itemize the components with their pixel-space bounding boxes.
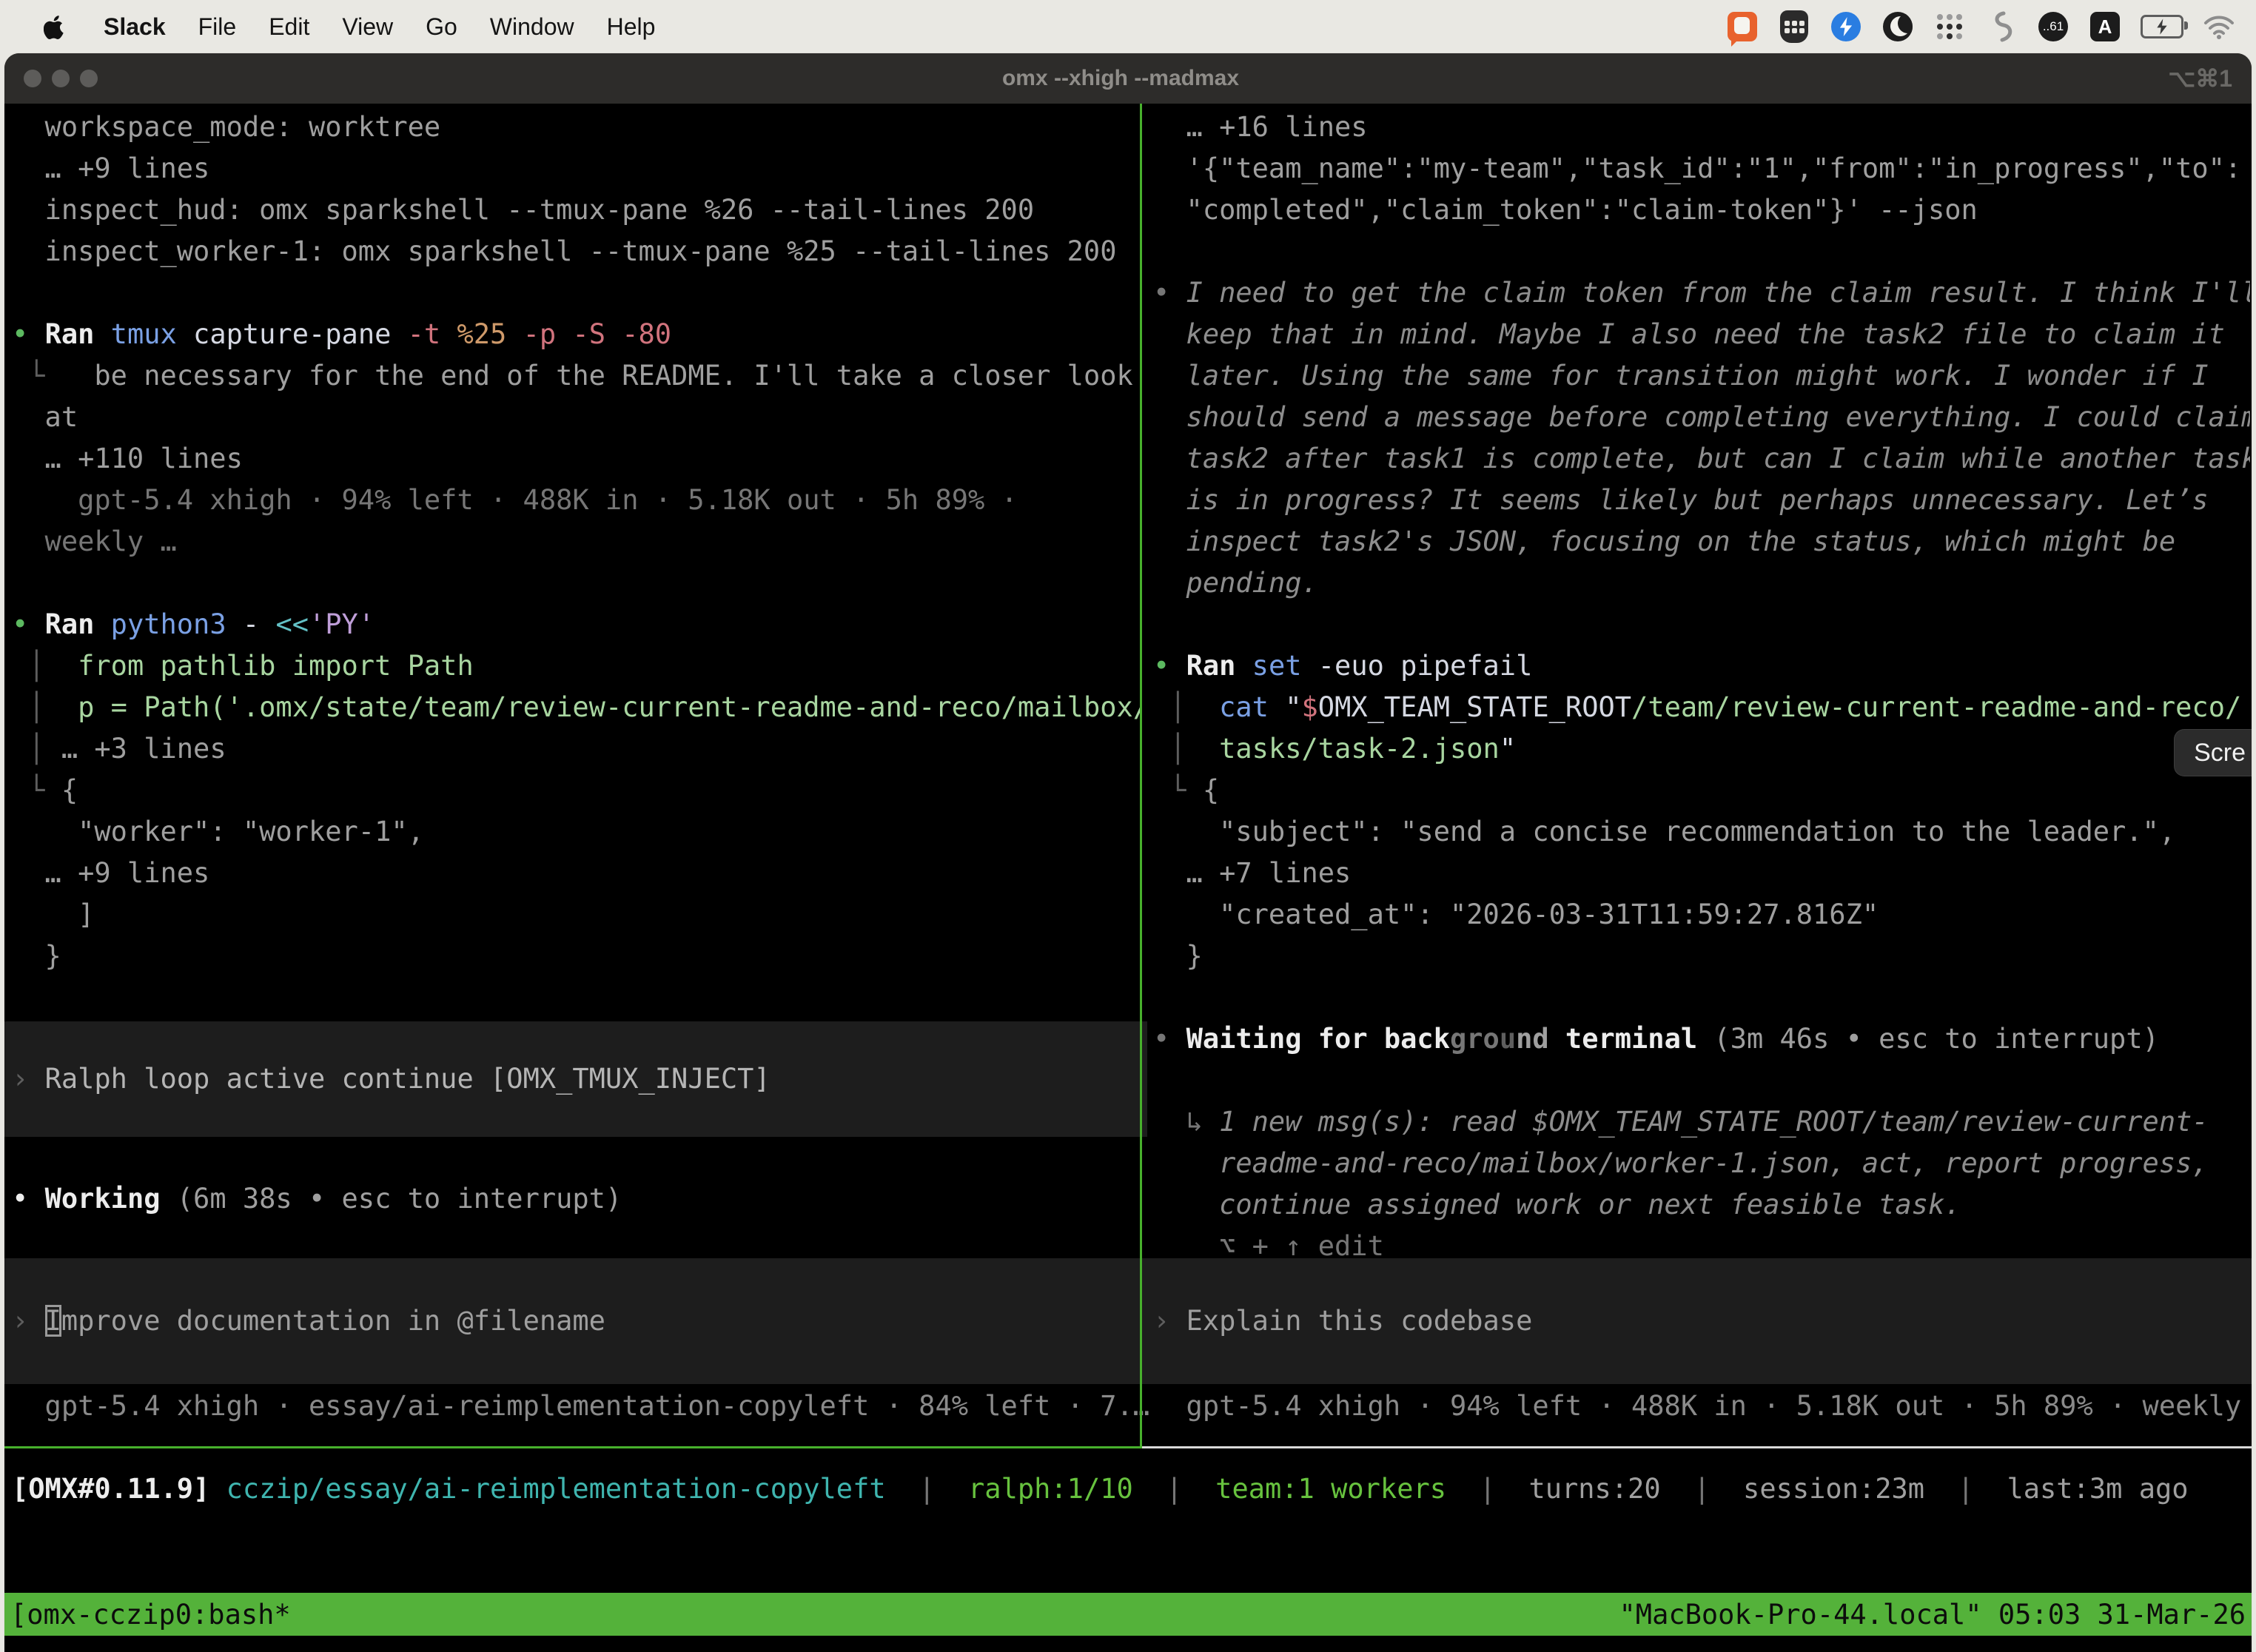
terminal-line: task2 after task1 is complete, but can I…: [1153, 438, 2250, 480]
menu-bar: Slack File Edit View Go Window Help ..61 A: [0, 0, 2256, 53]
close-window-button[interactable]: [24, 70, 41, 87]
right-pane-statusline: gpt-5.4 xhigh · 94% left · 488K in · 5.1…: [1153, 1386, 2252, 1427]
menu-item-slack[interactable]: Slack: [104, 13, 166, 41]
terminal-line: … +16 lines: [1153, 107, 2250, 148]
terminal-line: • Waiting for background terminal (3m 46…: [1153, 1018, 2250, 1060]
terminal-line: workspace_mode: worktree: [12, 107, 1140, 148]
terminal-line: }: [12, 936, 1140, 977]
terminal-line: pending.: [1153, 563, 2250, 604]
window-shortcut-hint: ⌥⌘1: [2168, 53, 2232, 104]
terminal-line: ↳ 1 new msg(s): read $OMX_TEAM_STATE_ROO…: [1153, 1101, 2250, 1143]
terminal-line: "subject": "send a concise recommendatio…: [1153, 811, 2250, 853]
terminal-line: "worker": "worker-1",: [12, 811, 1140, 853]
terminal-line: • Ran tmux capture-pane -t %25 -p -S -80: [12, 314, 1140, 355]
menu-items: File Edit View Go Window Help: [198, 13, 656, 41]
menu-item-view[interactable]: View: [342, 13, 393, 41]
tmux-session-name: [omx-cczip0:bash*: [10, 1599, 291, 1631]
terminal-line: '{"team_name":"my-team","task_id":"1","f…: [1153, 148, 2250, 189]
terminal-line: └ be necessary for the end of the README…: [12, 355, 1140, 397]
terminal-line: [1153, 977, 2250, 1018]
right-prompt-input[interactable]: › Explain this codebase: [1142, 1258, 2252, 1384]
terminal-line: … +7 lines: [1153, 853, 2250, 894]
terminal-line: [12, 563, 1140, 604]
terminal-line: [12, 272, 1140, 314]
left-prompt-input[interactable]: › Improve documentation in @filename: [4, 1258, 1147, 1384]
terminal-line: • I need to get the claim token from the…: [1153, 272, 2250, 314]
tmux-host-clock: "MacBook-Pro-44.local" 05:03 31-Mar-26: [1619, 1599, 2246, 1631]
working-status-row: • Working (6m 38s • esc to interrupt): [12, 1178, 622, 1220]
terminal-line: … +110 lines: [12, 438, 1140, 480]
terminal-line: [1153, 604, 2250, 645]
moon-circle-icon[interactable]: [1881, 10, 1914, 44]
terminal-line: }: [1153, 936, 2250, 977]
terminal-line: weekly …: [12, 521, 1140, 563]
shield-grid-icon[interactable]: [1778, 10, 1810, 44]
omx-session-statusline: [OMX#0.11.9] cczip/essay/ai-reimplementa…: [12, 1468, 2189, 1510]
left-pane-output: workspace_mode: worktree … +9 lines insp…: [12, 107, 1140, 977]
chat-bubble-icon[interactable]: [1726, 10, 1759, 44]
terminal-line: … +9 lines: [12, 853, 1140, 894]
terminal-line: ]: [12, 894, 1140, 936]
dots-grid-icon[interactable]: [1933, 10, 1966, 44]
left-pane-statusline: gpt-5.4 xhigh · essay/ai-reimplementatio…: [12, 1386, 1149, 1427]
terminal-line: should send a message before completing …: [1153, 397, 2250, 438]
window-titlebar[interactable]: omx --xhigh --madmax ⌥⌘1: [4, 53, 2252, 104]
pane-divider[interactable]: [1140, 104, 1142, 1448]
terminal-line: │ from pathlib import Path: [12, 645, 1140, 687]
battery-icon[interactable]: [2141, 10, 2183, 44]
right-pane-output: … +16 lines '{"team_name":"my-team","tas…: [1153, 107, 2250, 1267]
menu-item-file[interactable]: File: [198, 13, 237, 41]
menu-item-help[interactable]: Help: [607, 13, 656, 41]
countdown-badge-icon[interactable]: ..61: [2037, 10, 2069, 44]
terminal-line: keep that in mind. Maybe I also need the…: [1153, 314, 2250, 355]
blue-bolt-badge-icon[interactable]: [1830, 10, 1862, 44]
terminal-line: inspect_hud: omx sparkshell --tmux-pane …: [12, 189, 1140, 231]
input-source-icon[interactable]: A: [2089, 10, 2121, 44]
terminal-line: └ {: [1153, 770, 2250, 811]
terminal-line: │ p = Path('.omx/state/team/review-curre…: [12, 687, 1140, 728]
menu-item-edit[interactable]: Edit: [269, 13, 309, 41]
terminal-line: └ {: [12, 770, 1140, 811]
tmux-status-bar: [omx-cczip0:bash* "MacBook-Pro-44.local"…: [4, 1593, 2252, 1636]
minimize-window-button[interactable]: [52, 70, 70, 87]
left-pane-border: [4, 1446, 1140, 1448]
tmux-session: workspace_mode: worktree … +9 lines insp…: [4, 104, 2252, 1652]
terminal-line: │ cat "$OMX_TEAM_STATE_ROOT/team/review-…: [1153, 687, 2250, 728]
terminal-line: [1153, 1060, 2250, 1101]
menu-item-window[interactable]: Window: [490, 13, 574, 41]
wifi-icon[interactable]: [2203, 10, 2235, 44]
terminal-line: [1153, 231, 2250, 272]
ralph-loop-status-row: › Ralph loop active continue [OMX_TMUX_I…: [4, 1021, 1147, 1137]
terminal-line: • Ran set -euo pipefail: [1153, 645, 2250, 687]
terminal-line: "created_at": "2026-03-31T11:59:27.816Z": [1153, 894, 2250, 936]
terminal-line: inspect task2's JSON, focusing on the st…: [1153, 521, 2250, 563]
squiggle-icon[interactable]: [1985, 10, 2018, 44]
terminal-line: … +9 lines: [12, 148, 1140, 189]
window-title: omx --xhigh --madmax: [152, 53, 2089, 104]
apple-menu-icon[interactable]: [38, 10, 71, 44]
desktop: Slack File Edit View Go Window Help ..61 A om…: [0, 0, 2256, 1652]
terminal-line: inspect_worker-1: omx sparkshell --tmux-…: [12, 231, 1140, 272]
terminal-line: continue assigned work or next feasible …: [1153, 1184, 2250, 1226]
screen-overlay-tooltip: Scre: [2174, 729, 2252, 776]
terminal-line: • Ran python3 - <<'PY': [12, 604, 1140, 645]
terminal-line: gpt-5.4 xhigh · 94% left · 488K in · 5.1…: [12, 480, 1140, 521]
terminal-line: "completed","claim_token":"claim-token"}…: [1153, 189, 2250, 231]
terminal-line: readme-and-reco/mailbox/worker-1.json, a…: [1153, 1143, 2250, 1184]
terminal-line: is in progress? It seems likely but perh…: [1153, 480, 2250, 521]
terminal-line: │ tasks/task-2.json": [1153, 728, 2250, 770]
terminal-line: later. Using the same for transition mig…: [1153, 355, 2250, 397]
terminal-window: omx --xhigh --madmax ⌥⌘1 workspace_mode:…: [4, 53, 2252, 1652]
terminal-line: at: [12, 397, 1140, 438]
terminal-line: │ … +3 lines: [12, 728, 1140, 770]
menu-item-go[interactable]: Go: [426, 13, 457, 41]
right-pane-border: [1142, 1446, 2252, 1448]
zoom-window-button[interactable]: [80, 70, 98, 87]
